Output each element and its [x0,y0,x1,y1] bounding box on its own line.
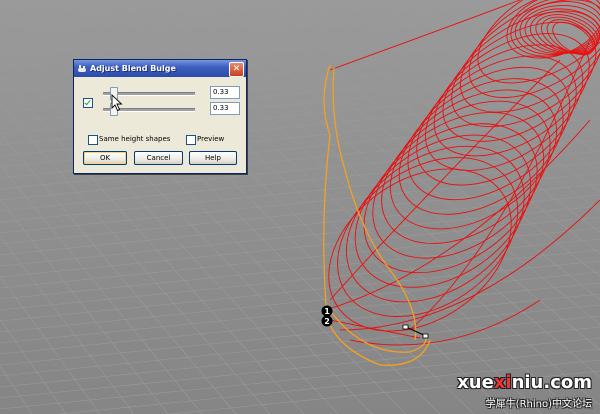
watermark-suffix: niu.com [511,372,592,393]
preview-checkbox[interactable] [186,135,196,145]
slider-2-value-field[interactable]: 0.33 [210,102,240,115]
point-label-2: 2 [324,317,330,326]
blend-point-marker-2[interactable]: 2 [321,315,333,327]
preview-label: Preview [197,135,225,143]
close-icon[interactable]: ✕ [229,62,244,77]
watermark-prefix: xue [457,372,494,393]
mouse-cursor-icon [111,94,123,112]
dialog-body: 0.33 0.33 Same height shapes Preview OK … [74,78,246,173]
slider-1-value-field[interactable]: 0.33 [210,86,240,99]
rhino-app-icon [77,64,87,74]
watermark-accent: xi [493,372,512,393]
lock-sliders-checkbox[interactable] [83,98,93,108]
help-button[interactable]: Help [189,151,237,165]
blend-point-marker-1[interactable]: 1 [321,305,333,317]
same-height-shapes-label: Same height shapes [99,135,171,143]
dialog-titlebar[interactable]: Adjust Blend Bulge ✕ [74,60,246,77]
watermark-subtitle: 学犀牛(Rhino)中文论坛 [485,399,592,410]
point-label-1: 1 [324,307,330,316]
same-height-shapes-checkbox[interactable] [88,135,98,145]
dialog-title: Adjust Blend Bulge [90,64,176,73]
cancel-button[interactable]: Cancel [134,151,183,165]
adjust-blend-bulge-dialog: Adjust Blend Bulge ✕ 0.33 0.33 Same heig… [73,59,247,174]
site-watermark: xuexiniu.com [457,372,592,393]
ok-button[interactable]: OK [83,151,127,165]
